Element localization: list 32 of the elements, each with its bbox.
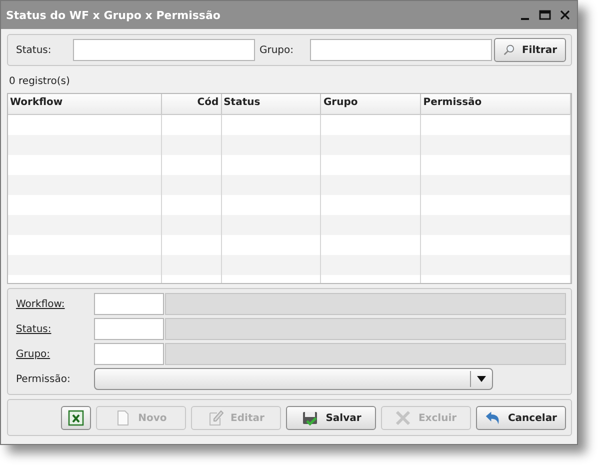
pencil-icon — [208, 409, 224, 427]
close-icon[interactable] — [559, 9, 571, 21]
permission-dropdown[interactable] — [94, 368, 493, 390]
undo-arrow-icon — [485, 410, 501, 426]
field-label: Grupo: — [16, 348, 52, 360]
save-icon — [300, 409, 319, 427]
column-header[interactable]: Permissão — [421, 94, 571, 114]
column-header[interactable]: Grupo — [321, 94, 422, 114]
input-field[interactable] — [73, 39, 256, 61]
field-label: Grupo: — [259, 44, 295, 56]
spreadsheet-icon — [67, 409, 85, 427]
field-label: Status: — [16, 44, 52, 56]
column-header[interactable]: Status — [222, 94, 322, 114]
field-label: Status: — [16, 324, 52, 334]
save-button[interactable]: Salvar — [286, 406, 376, 430]
field-label: Permissão: — [16, 374, 72, 384]
document-icon — [115, 409, 132, 427]
column-header[interactable]: Workflow — [8, 94, 162, 114]
code-field[interactable] — [94, 293, 164, 315]
record-count: 0 registro(s) — [8, 75, 71, 89]
input-field[interactable] — [310, 39, 492, 61]
code-field[interactable] — [94, 343, 164, 365]
code-field[interactable] — [94, 318, 164, 340]
maximize-icon[interactable] — [539, 9, 551, 21]
field-label: Workflow: — [16, 298, 66, 310]
x-icon — [395, 410, 412, 426]
dropdown-arrow-icon — [477, 376, 486, 382]
filter-button[interactable]: Filtrar — [494, 38, 566, 62]
export-button[interactable] — [61, 406, 91, 430]
cancel-button[interactable]: Cancelar — [476, 406, 566, 430]
column-header[interactable]: Cód — [162, 94, 222, 114]
window-title: Status do WF x Grupo x Permissão — [6, 8, 222, 22]
